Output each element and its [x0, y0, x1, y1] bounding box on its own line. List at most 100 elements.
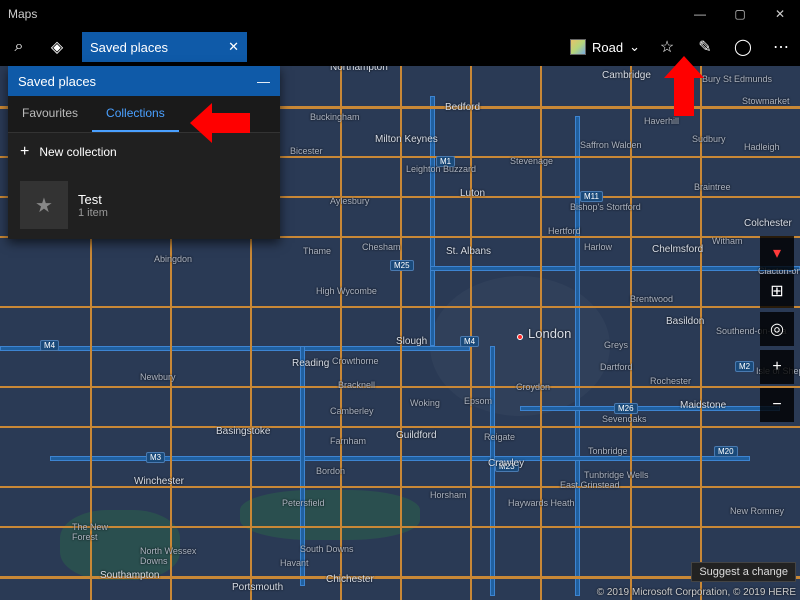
map-style-label: Road [592, 40, 623, 55]
motorway-badge: M3 [146, 452, 165, 463]
city-label: Sudbury [692, 134, 726, 144]
city-label: Basingstoke [216, 426, 270, 437]
collection-item[interactable]: ★ Test 1 item [8, 171, 280, 239]
tilt-button[interactable]: ⊞ [760, 274, 794, 308]
road [340, 66, 342, 600]
city-label: Petersfield [282, 498, 325, 508]
city-label: Thame [303, 246, 331, 256]
city-label: Dartford [600, 362, 633, 372]
chevron-down-icon: ⌄ [629, 39, 640, 55]
window-maximize-button[interactable]: ▢ [720, 0, 760, 28]
city-label: Camberley [330, 406, 374, 416]
city-label: Sevenoaks [602, 414, 647, 424]
city-label: Farnham [330, 436, 366, 446]
saved-places-panel: Saved places — Favourites Collections + … [8, 66, 280, 239]
city-label: Bishop's Stortford [570, 202, 641, 212]
tab-collections[interactable]: Collections [92, 96, 179, 132]
panel-collapse-button[interactable]: — [257, 74, 270, 89]
city-label: Abingdon [154, 254, 192, 264]
annotation-arrow-left [210, 113, 250, 133]
road [470, 66, 472, 600]
city-label: Guildford [396, 430, 437, 441]
motorway [490, 346, 495, 596]
clear-search-icon[interactable]: ✕ [228, 39, 239, 55]
city-label: Tonbridge [588, 446, 628, 456]
city-label: Maidstone [680, 400, 726, 411]
city-label: Reigate [484, 432, 515, 442]
city-label: East Grinstead [560, 480, 620, 490]
city-label: Havant [280, 558, 309, 568]
motorway-badge: M26 [614, 403, 638, 414]
city-label: Horsham [430, 490, 467, 500]
motorway-badge: M4 [460, 336, 479, 347]
city-label: Leighton Buzzard [406, 164, 476, 174]
motorway-badge: M25 [390, 260, 414, 271]
annotation-arrow-up [674, 76, 694, 116]
collection-count: 1 item [78, 207, 108, 219]
city-label: Reading [292, 358, 329, 369]
city-label: Witham [712, 236, 743, 246]
search-icon[interactable]: ⌕ [0, 28, 38, 66]
new-collection-label: New collection [39, 145, 116, 159]
plus-icon: + [20, 143, 29, 161]
city-label: Winchester [134, 476, 184, 487]
city-label: Woking [410, 398, 440, 408]
city-label: Cambridge [602, 70, 651, 81]
city-label: Newbury [140, 372, 176, 382]
city-label: Tunbridge Wells [584, 470, 649, 480]
london-marker [517, 334, 523, 340]
zoom-in-button[interactable]: + [760, 350, 794, 384]
tab-favourites[interactable]: Favourites [8, 96, 92, 132]
motorway [520, 406, 780, 411]
city-label: Aylesbury [330, 196, 369, 206]
more-icon[interactable]: ⋯ [762, 28, 800, 66]
city-label: Portsmouth [232, 582, 283, 593]
city-label: Haywards Heath [508, 498, 575, 508]
city-label: Bordon [316, 466, 345, 476]
city-label: Basildon [666, 316, 704, 327]
collection-name: Test [78, 192, 108, 207]
zoom-out-button[interactable]: − [760, 388, 794, 422]
locate-button[interactable]: ◎ [760, 312, 794, 346]
city-label: Hadleigh [744, 142, 780, 152]
motorway-badge: M20 [714, 446, 738, 457]
city-label: Colchester [744, 218, 792, 229]
city-label: Stevenage [510, 156, 553, 166]
motorway-badge: M4 [40, 340, 59, 351]
motorway [575, 116, 580, 596]
city-label: Saffron Walden [580, 140, 642, 150]
directions-icon[interactable]: ◈ [38, 28, 76, 66]
city-label: Hertford [548, 226, 581, 236]
road [400, 66, 402, 600]
city-label: Epsom [464, 396, 492, 406]
motorway-badge: M11 [580, 191, 603, 202]
map-style-button[interactable]: Road ⌄ [562, 28, 648, 66]
window-close-button[interactable]: ✕ [760, 0, 800, 28]
search-box-text: Saved places [90, 40, 168, 55]
new-collection-button[interactable]: + New collection [8, 133, 280, 171]
compass-button[interactable]: ▾ [760, 236, 794, 270]
city-label: Bicester [290, 146, 323, 156]
city-label: Greys [604, 340, 628, 350]
window-minimize-button[interactable]: — [680, 0, 720, 28]
map-style-swatch-icon [570, 39, 586, 55]
city-label: Milton Keynes [375, 134, 438, 145]
copyright-text: © 2019 Microsoft Corporation, © 2019 HER… [597, 587, 796, 598]
city-label: Croydon [516, 382, 550, 392]
motorway-badge: M2 [735, 361, 754, 372]
panel-title: Saved places [18, 74, 96, 89]
city-label: St. Albans [446, 246, 491, 257]
city-label: High Wycombe [316, 286, 377, 296]
city-label: Brentwood [630, 294, 673, 304]
search-box[interactable]: Saved places ✕ [82, 32, 247, 62]
city-label: Crowthorne [332, 356, 379, 366]
city-label: Haverhill [644, 116, 679, 126]
city-label: Stowmarket [742, 96, 790, 106]
city-label: Rochester [650, 376, 691, 386]
suggest-change-button[interactable]: Suggest a change [691, 562, 796, 582]
city-label: Northampton [330, 66, 388, 73]
city-label: Braintree [694, 182, 731, 192]
city-label: Southampton [100, 570, 160, 581]
city-label: Harlow [584, 242, 612, 252]
profile-icon[interactable]: ◯ [724, 28, 762, 66]
